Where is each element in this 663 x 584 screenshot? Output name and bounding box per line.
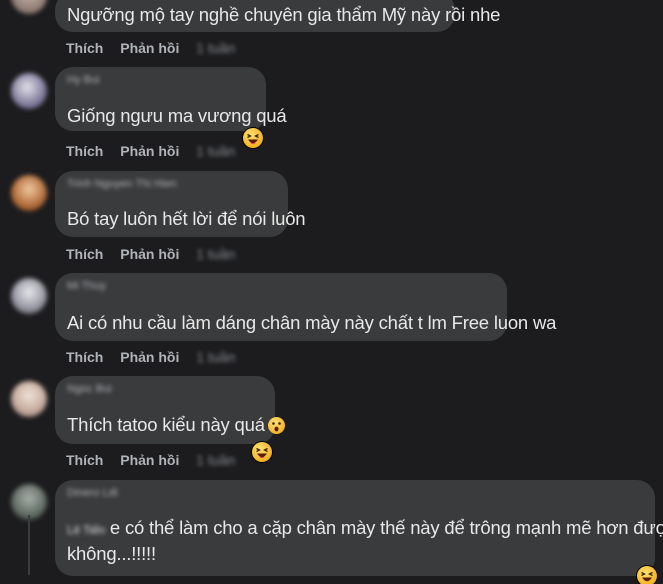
- comment-text-body: Thích tatoo kiểu này quá: [67, 414, 265, 435]
- comment-bubble: Ngoc Bui Thích tatoo kiểu này quá: [55, 376, 285, 444]
- like-button[interactable]: Thích: [66, 40, 103, 56]
- comment-text: Ngưỡng mộ tay nghề chuyên gia thẩm Mỹ nà…: [67, 4, 501, 25]
- comment-bubble: Hy Bui Giống ngưu ma vương quá: [55, 67, 287, 131]
- laughing-emoji-icon: [637, 566, 657, 584]
- comment-actions: Thích Phản hồi 1 tuần: [66, 40, 235, 56]
- comment-actions: Thích Phản hồi 1 tuần: [66, 143, 235, 159]
- reply-button[interactable]: Phản hồi: [120, 349, 179, 365]
- avatar[interactable]: [11, 73, 47, 109]
- comment-text-body: e có thể làm cho a cặp chân mày thế này …: [109, 517, 663, 538]
- comment-thread: Ngưỡng mộ tay nghề chuyên gia thẩm Mỹ nà…: [0, 0, 663, 584]
- reply-button[interactable]: Phản hồi: [120, 143, 179, 159]
- comment-text-line-1: Lê Tiến e có thể làm cho a cặp chân mày …: [67, 517, 663, 539]
- like-button[interactable]: Thích: [66, 246, 103, 262]
- avatar[interactable]: [11, 278, 47, 314]
- comment-bubble: Ngưỡng mộ tay nghề chuyên gia thẩm Mỹ nà…: [55, 0, 500, 32]
- commenter-name[interactable]: Ngoc Bui: [67, 383, 112, 395]
- like-button[interactable]: Thích: [66, 143, 103, 159]
- comment-actions: Thích Phản hồi 1 tuần: [66, 246, 235, 262]
- comment-bubble: Mi Thuy Ai có nhu cầu làm dáng chân mày …: [55, 273, 556, 341]
- comment-actions: Thích Phản hồi 1 tuần: [66, 452, 235, 468]
- comment-actions: Thích Phản hồi 1 tuần: [66, 349, 235, 365]
- commenter-name[interactable]: Dinero Ldt: [67, 487, 118, 499]
- timestamp[interactable]: 1 tuần: [196, 349, 235, 365]
- comment-text: Ai có nhu cầu làm dáng chân mày này chất…: [67, 312, 557, 333]
- comment-text: Thích tatoo kiểu này quá: [67, 414, 285, 436]
- laughing-emoji-icon: [252, 442, 272, 462]
- reply-button[interactable]: Phản hồi: [120, 40, 179, 56]
- avatar[interactable]: [11, 175, 47, 211]
- comment-text: Giống ngưu ma vương quá: [67, 105, 287, 126]
- mention-link[interactable]: Lê Tiến: [67, 523, 105, 537]
- comment-bubble: Dinero Ldt Lê Tiến e có thể làm cho a cặ…: [55, 480, 663, 576]
- thread-line: [28, 515, 30, 575]
- reply-button[interactable]: Phản hồi: [120, 246, 179, 262]
- commenter-name[interactable]: Mi Thuy: [67, 280, 106, 292]
- like-button[interactable]: Thích: [66, 452, 103, 468]
- reply-button[interactable]: Phản hồi: [120, 452, 179, 468]
- commenter-name[interactable]: Trinh Nguyen Thi Hien: [67, 178, 176, 190]
- laughing-emoji-icon: [243, 128, 263, 148]
- comment-bubble: Trinh Nguyen Thi Hien Bó tay luôn hết lờ…: [55, 171, 306, 237]
- comment-text-line-2: không...!!!!!: [67, 543, 156, 564]
- like-button[interactable]: Thích: [66, 349, 103, 365]
- avatar[interactable]: [11, 0, 47, 14]
- timestamp[interactable]: 1 tuần: [196, 143, 235, 159]
- timestamp[interactable]: 1 tuần: [196, 246, 235, 262]
- timestamp[interactable]: 1 tuần: [196, 40, 235, 56]
- commenter-name[interactable]: Hy Bui: [67, 74, 99, 86]
- timestamp[interactable]: 1 tuần: [196, 452, 235, 468]
- surprised-emoji-icon: [267, 417, 285, 434]
- comment-text: Bó tay luôn hết lời để nói luôn: [67, 208, 306, 229]
- avatar[interactable]: [11, 381, 47, 417]
